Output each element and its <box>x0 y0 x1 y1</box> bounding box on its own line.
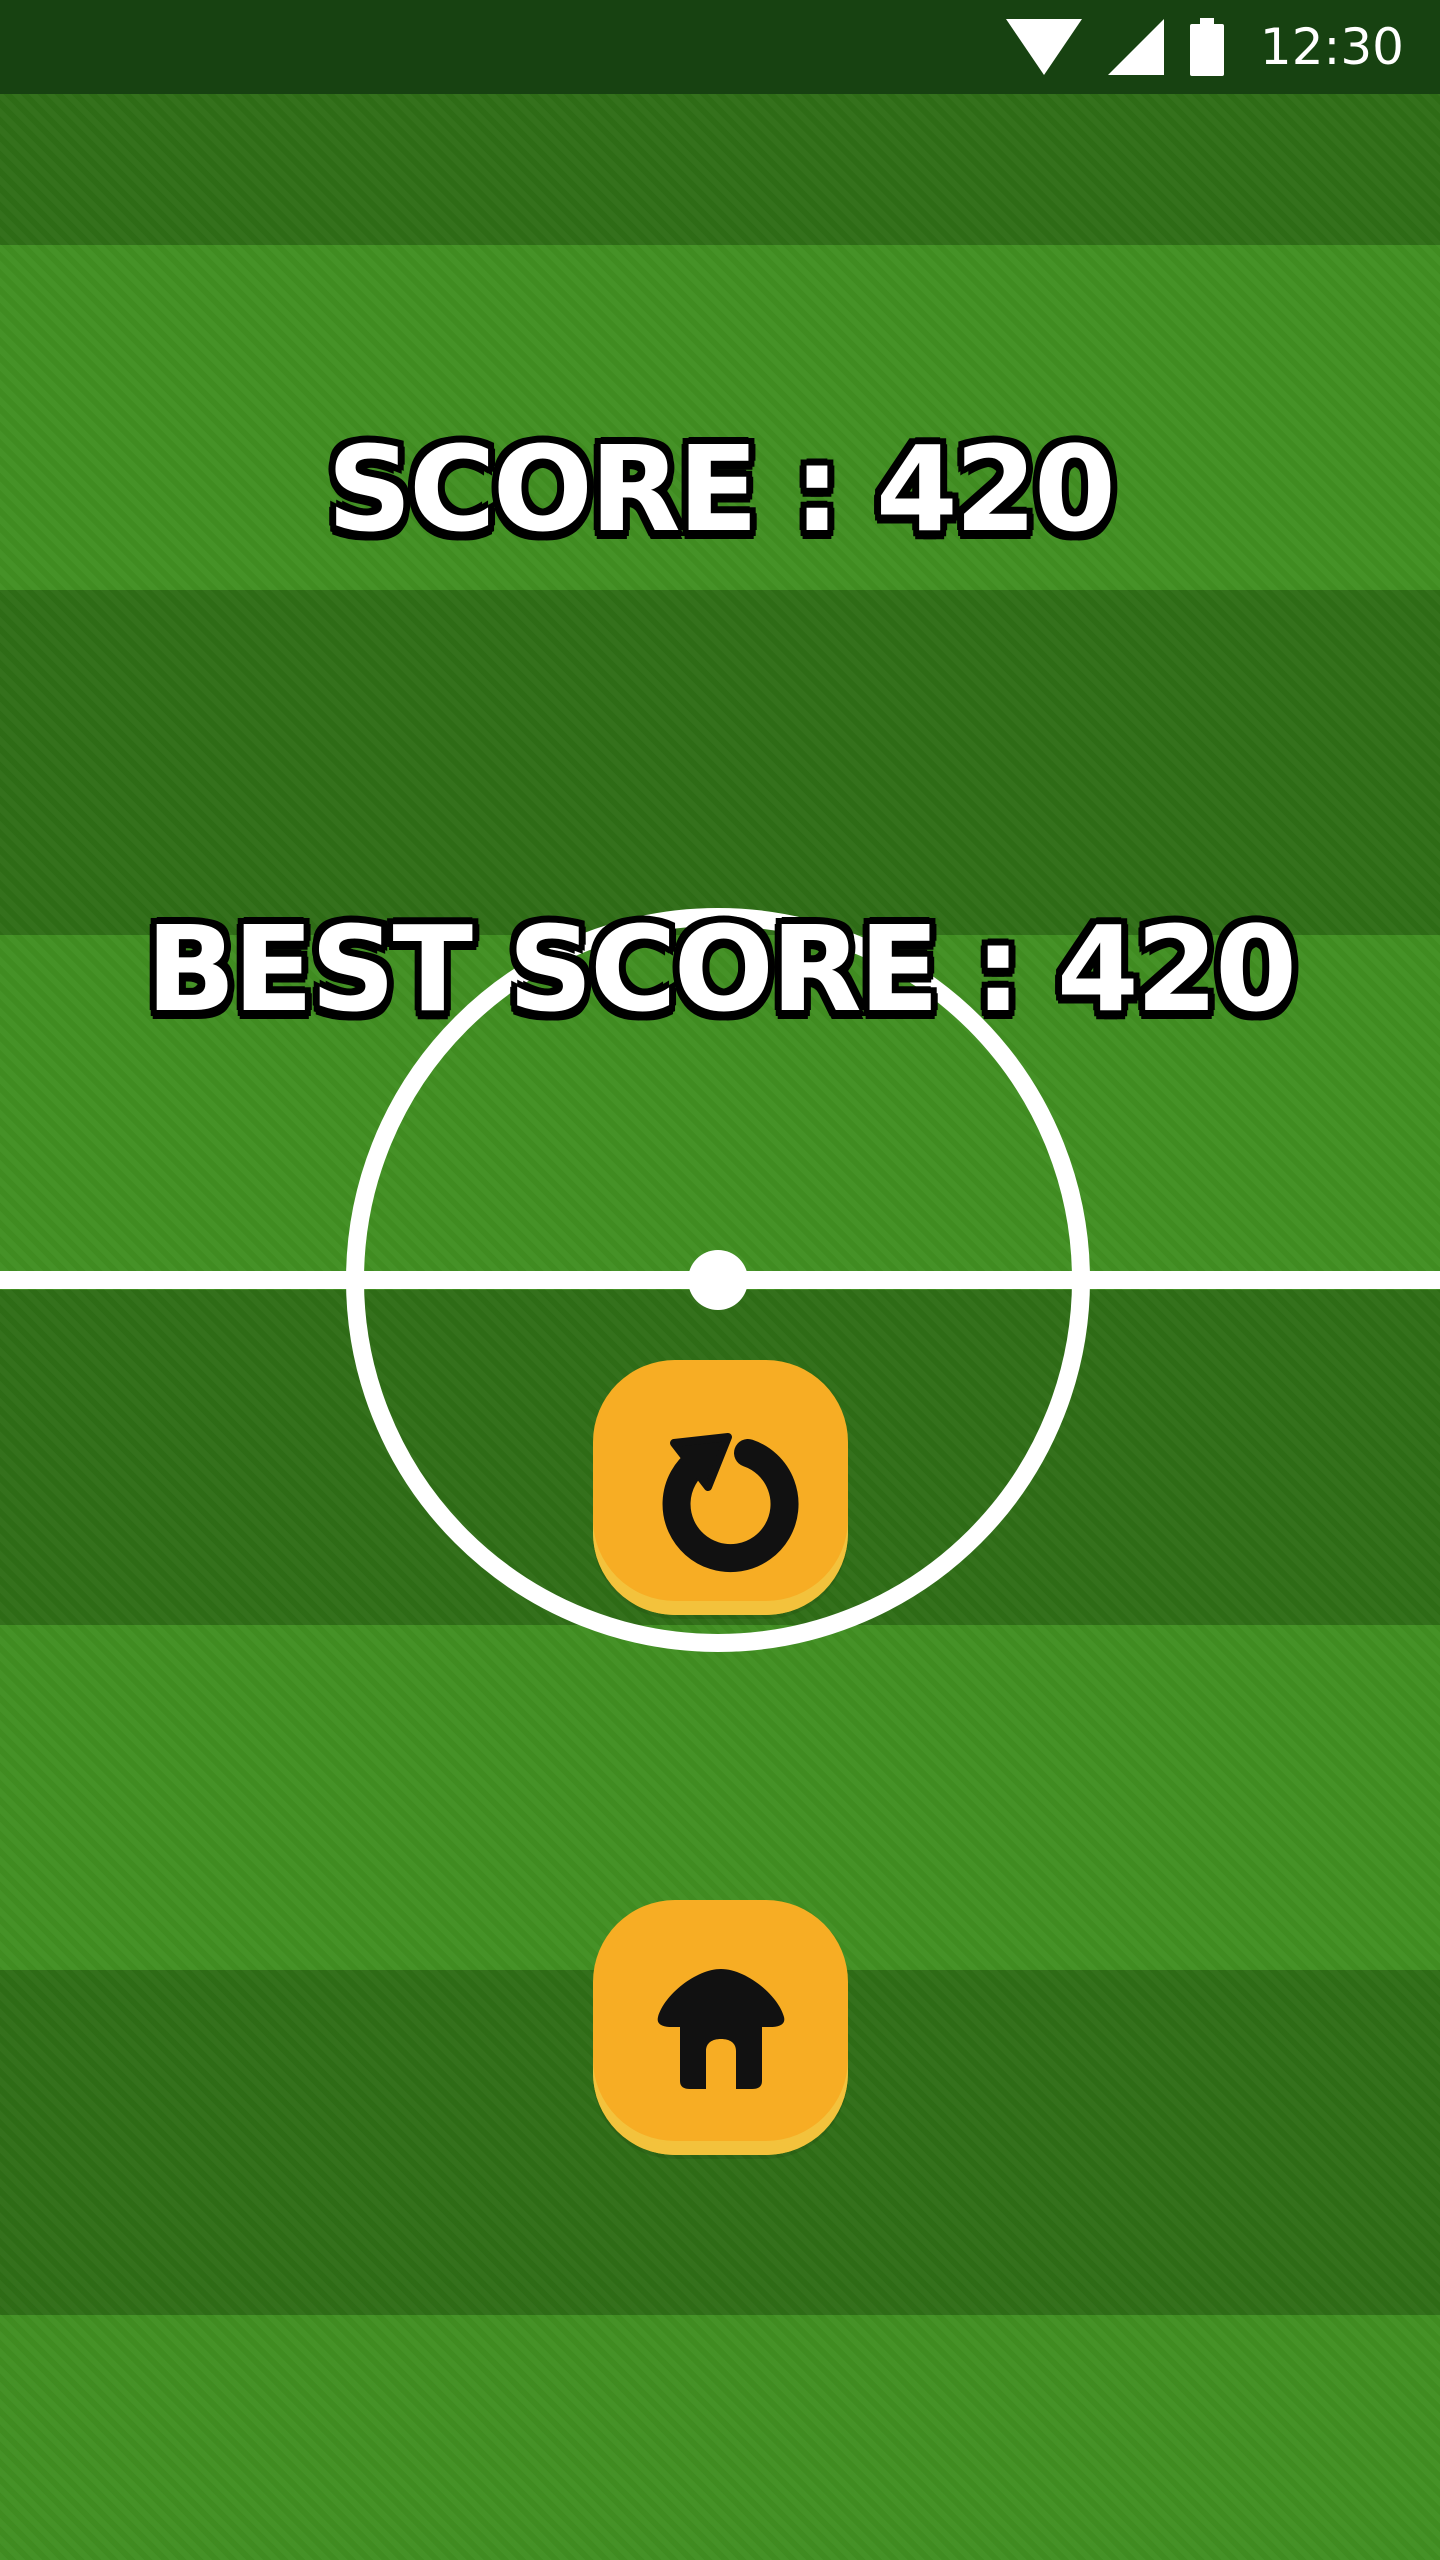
replay-icon <box>662 1432 799 1572</box>
center-spot <box>688 1250 748 1310</box>
status-time: 12:30 <box>1259 18 1404 76</box>
best-score-label: BEST SCORE : 420 <box>145 900 1297 1038</box>
pitch-markings <box>0 908 1440 1652</box>
battery-icon <box>1189 18 1224 76</box>
home-button[interactable] <box>593 1900 848 2155</box>
game-over-screen: 12:30 SCORE : 420 BEST SCORE : 420 <box>0 0 1440 2560</box>
replay-button[interactable] <box>593 1360 848 1615</box>
status-bar: 12:30 <box>0 0 1440 94</box>
wifi-icon <box>1005 19 1082 75</box>
status-icons: 12:30 <box>1005 0 1404 94</box>
score-label: SCORE : 420 <box>326 420 1116 558</box>
cellular-signal-icon <box>1107 19 1164 75</box>
home-icon <box>657 1968 784 2089</box>
